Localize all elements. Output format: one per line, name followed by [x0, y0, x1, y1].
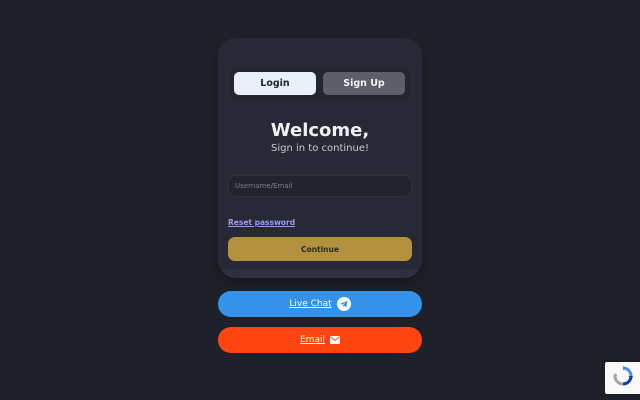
- telegram-icon: [336, 297, 351, 311]
- recaptcha-icon: [612, 365, 634, 391]
- welcome-title: Welcome,: [270, 120, 370, 141]
- recaptcha-badge[interactable]: [605, 362, 640, 394]
- live-chat-button[interactable]: Live Chat: [218, 291, 422, 317]
- username-email-input[interactable]: [228, 175, 412, 197]
- live-chat-label: Live Chat: [289, 299, 332, 309]
- tab-signup[interactable]: Sign Up: [323, 72, 405, 95]
- email-label: Email: [300, 335, 325, 345]
- page: Login Sign Up Welcome, Sign in to contin…: [0, 0, 640, 400]
- card-footer: [218, 270, 422, 278]
- continue-button[interactable]: Continue: [228, 237, 412, 261]
- email-button[interactable]: Email: [218, 327, 422, 353]
- mail-icon: [329, 336, 340, 344]
- reset-password-link[interactable]: Reset password: [228, 218, 295, 227]
- welcome-subtitle: Sign in to continue!: [271, 143, 369, 154]
- login-card: Login Sign Up Welcome, Sign in to contin…: [218, 38, 422, 278]
- tab-login[interactable]: Login: [234, 72, 316, 95]
- auth-tabs: Login Sign Up: [230, 68, 410, 100]
